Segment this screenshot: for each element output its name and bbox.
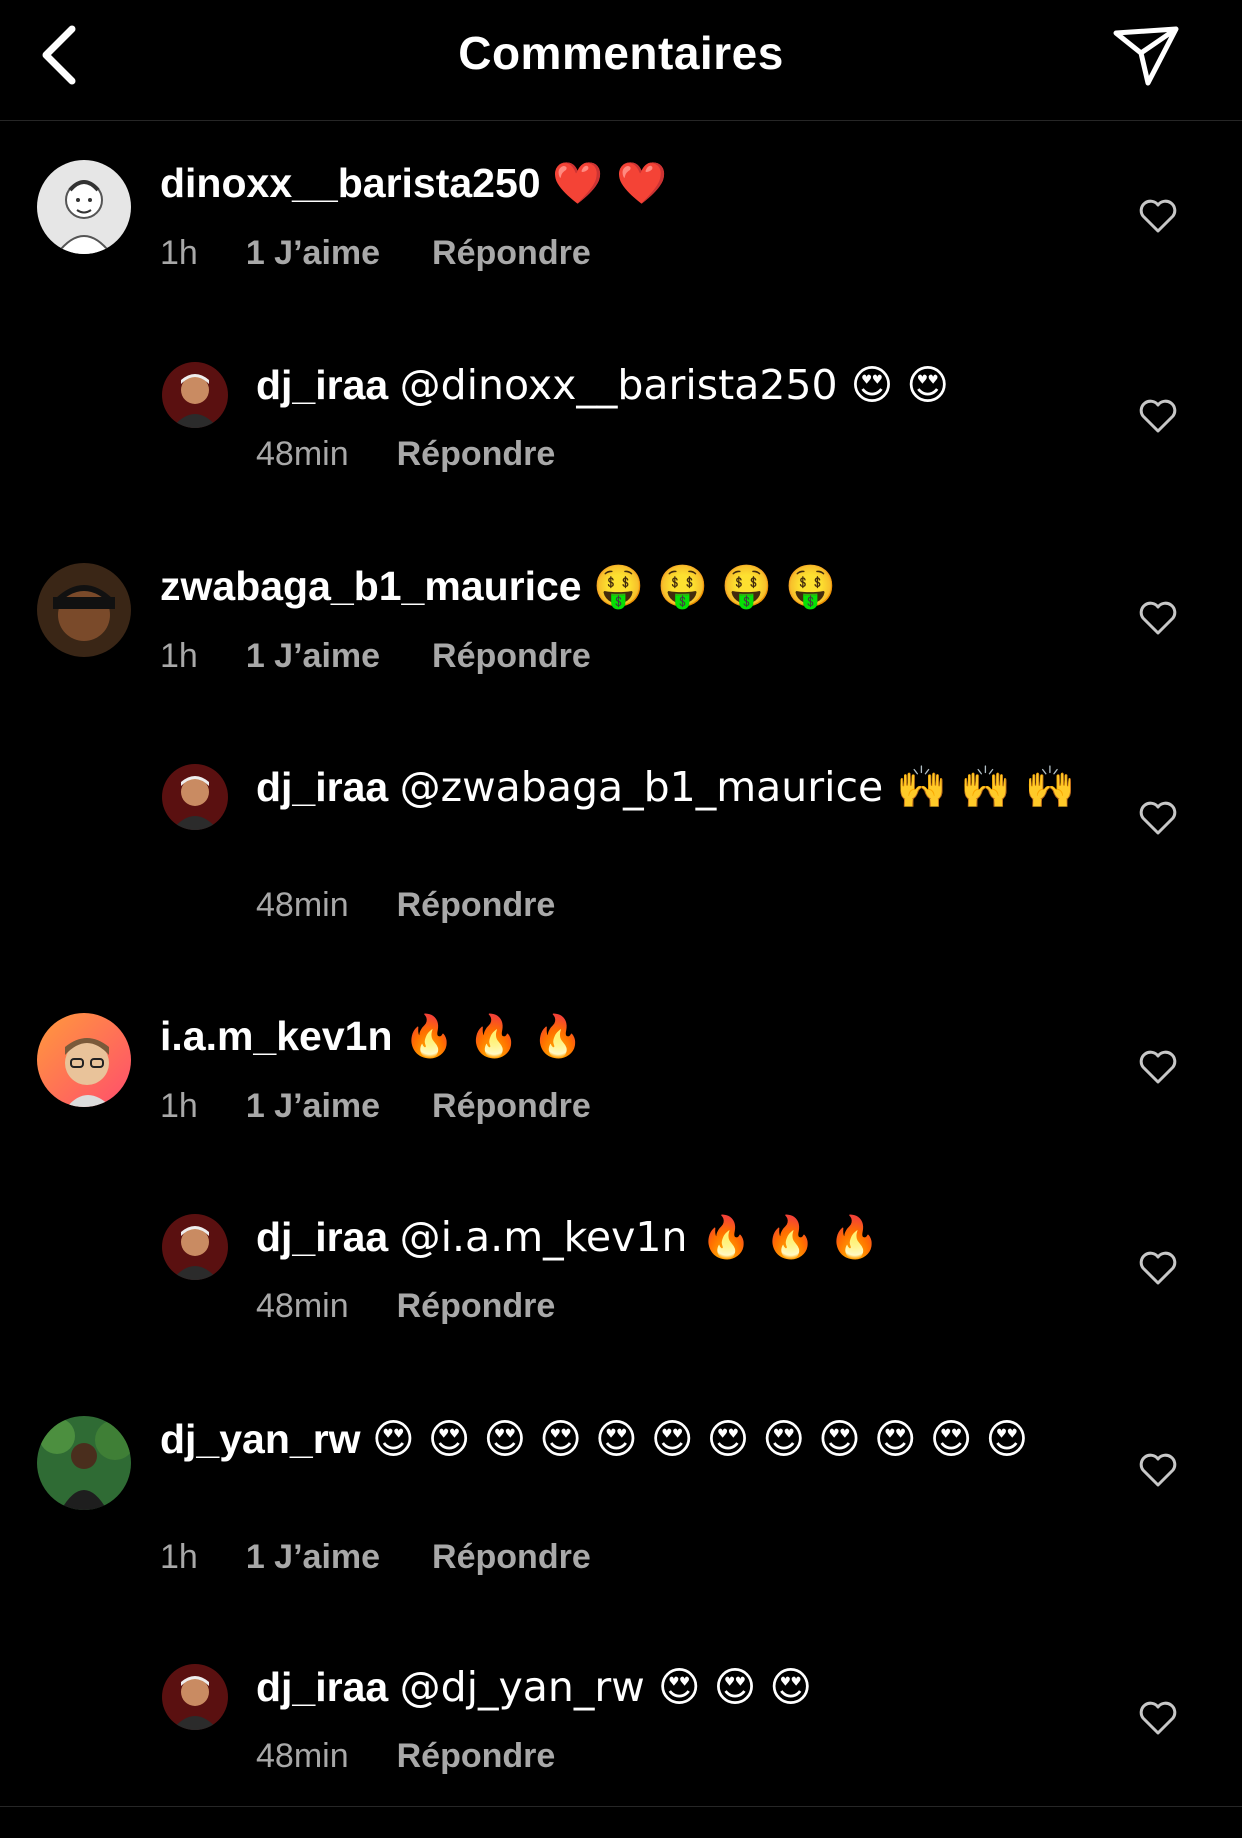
avatar-dj-iraa-image <box>162 1214 228 1280</box>
avatar[interactable] <box>37 1416 131 1510</box>
comment-meta: 48min Répondre <box>256 1287 555 1326</box>
comment-likes[interactable]: 1 J’aime <box>246 637 380 676</box>
comment-username[interactable]: dj_iraa <box>256 1664 388 1710</box>
avatar[interactable] <box>37 160 131 254</box>
comment-time: 1h <box>160 637 198 675</box>
avatar[interactable] <box>162 362 228 428</box>
avatar[interactable] <box>162 1664 228 1730</box>
heart-icon[interactable] <box>1138 800 1178 836</box>
avatar-sketch-image <box>37 160 131 254</box>
heart-icon[interactable] <box>1138 1700 1178 1736</box>
comment-body: @i.a.m_kev1n 🔥 🔥 🔥 <box>399 1213 880 1261</box>
reply-button[interactable]: Répondre <box>432 1087 591 1126</box>
comment-username[interactable]: dj_iraa <box>256 362 388 408</box>
page-title: Commentaires <box>458 27 784 79</box>
avatar[interactable] <box>162 764 228 830</box>
comment-username[interactable]: dj_yan_rw <box>160 1416 361 1462</box>
comment-body: 🔥 🔥 🔥 <box>403 1012 584 1060</box>
comment-meta: 1h 1 J’aime Répondre <box>160 234 591 273</box>
comment-likes[interactable]: 1 J’aime <box>246 1087 380 1126</box>
comment-time: 1h <box>160 234 198 272</box>
comment-likes[interactable]: 1 J’aime <box>246 1538 380 1577</box>
reply-button[interactable]: Répondre <box>397 1737 556 1776</box>
heart-icon[interactable] <box>1138 600 1178 636</box>
comment-body: @zwabaga_b1_maurice 🙌 🙌 🙌 <box>399 763 1076 811</box>
reply-button[interactable]: Répondre <box>397 435 556 474</box>
comment-username[interactable]: dinoxx__barista250 <box>160 160 541 206</box>
comment-meta: 1h 1 J’aime Répondre <box>160 1538 591 1577</box>
reply-button[interactable]: Répondre <box>397 1287 556 1326</box>
comment-time: 48min <box>256 1287 349 1325</box>
avatar-memoji-image <box>37 1013 131 1107</box>
header-bar: Commentaires <box>0 0 1242 121</box>
avatar[interactable] <box>162 1214 228 1280</box>
comment-text: dj_iraa @i.a.m_kev1n 🔥 🔥 🔥 <box>256 1212 1076 1262</box>
comment-meta: 1h 1 J’aime Répondre <box>160 1087 591 1126</box>
avatar[interactable] <box>37 563 131 657</box>
comment-time: 48min <box>256 1737 349 1775</box>
comment-username[interactable]: zwabaga_b1_maurice <box>160 563 582 609</box>
comment-body: ❤️ ❤️ <box>552 159 668 207</box>
comment-text: dj_iraa @dinoxx__barista250 😍 😍 <box>256 360 1076 410</box>
comment-text: dj_iraa @zwabaga_b1_maurice 🙌 🙌 🙌 <box>256 762 1076 812</box>
comment-username[interactable]: dj_iraa <box>256 1214 388 1260</box>
comment-text: dj_yan_rw 😍 😍 😍 😍 😍 😍 😍 😍 😍 😍 😍 😍 <box>160 1414 1080 1464</box>
avatar-dj-iraa-image <box>162 362 228 428</box>
comment-body: @dj_yan_rw 😍 😍 😍 <box>399 1663 813 1711</box>
comment-meta: 48min Répondre <box>256 1737 555 1776</box>
reply-button[interactable]: Répondre <box>432 1538 591 1577</box>
comment-meta: 48min Répondre <box>256 886 555 925</box>
share-button[interactable] <box>1110 22 1182 90</box>
avatar-dj-iraa-image <box>162 1664 228 1730</box>
comment-text: i.a.m_kev1n 🔥 🔥 🔥 <box>160 1011 1080 1061</box>
avatar-dj-iraa-image <box>162 764 228 830</box>
comment-body: 🤑 🤑 🤑 🤑 <box>593 562 837 610</box>
heart-icon[interactable] <box>1138 1049 1178 1085</box>
avatar[interactable] <box>37 1013 131 1107</box>
comment-time: 48min <box>256 435 349 473</box>
comment-text: dinoxx__barista250 ❤️ ❤️ <box>160 158 1080 208</box>
reply-button[interactable]: Répondre <box>432 234 591 273</box>
comment-text: zwabaga_b1_maurice 🤑 🤑 🤑 🤑 <box>160 561 1080 611</box>
comment-likes[interactable]: 1 J’aime <box>246 234 380 273</box>
comment-username[interactable]: dj_iraa <box>256 764 388 810</box>
heart-icon[interactable] <box>1138 1250 1178 1286</box>
comment-time: 48min <box>256 886 349 924</box>
heart-icon[interactable] <box>1138 398 1178 434</box>
comment-time: 1h <box>160 1087 198 1125</box>
comment-meta: 48min Répondre <box>256 435 555 474</box>
comment-body: @dinoxx__barista250 😍 😍 <box>399 361 950 409</box>
comment-body: 😍 😍 😍 😍 😍 😍 😍 😍 😍 😍 😍 😍 <box>371 1415 1029 1463</box>
comment-time: 1h <box>160 1538 198 1576</box>
reply-button[interactable]: Répondre <box>397 886 556 925</box>
heart-icon[interactable] <box>1138 198 1178 234</box>
divider <box>0 1806 1242 1807</box>
paper-plane-icon <box>1113 26 1179 86</box>
reply-button[interactable]: Répondre <box>432 637 591 676</box>
comment-meta: 1h 1 J’aime Répondre <box>160 637 591 676</box>
comment-username[interactable]: i.a.m_kev1n <box>160 1013 393 1059</box>
avatar-durag-image <box>37 563 131 657</box>
heart-icon[interactable] <box>1138 1452 1178 1488</box>
avatar-outdoor-image <box>37 1416 131 1510</box>
comment-text: dj_iraa @dj_yan_rw 😍 😍 😍 <box>256 1662 1076 1712</box>
